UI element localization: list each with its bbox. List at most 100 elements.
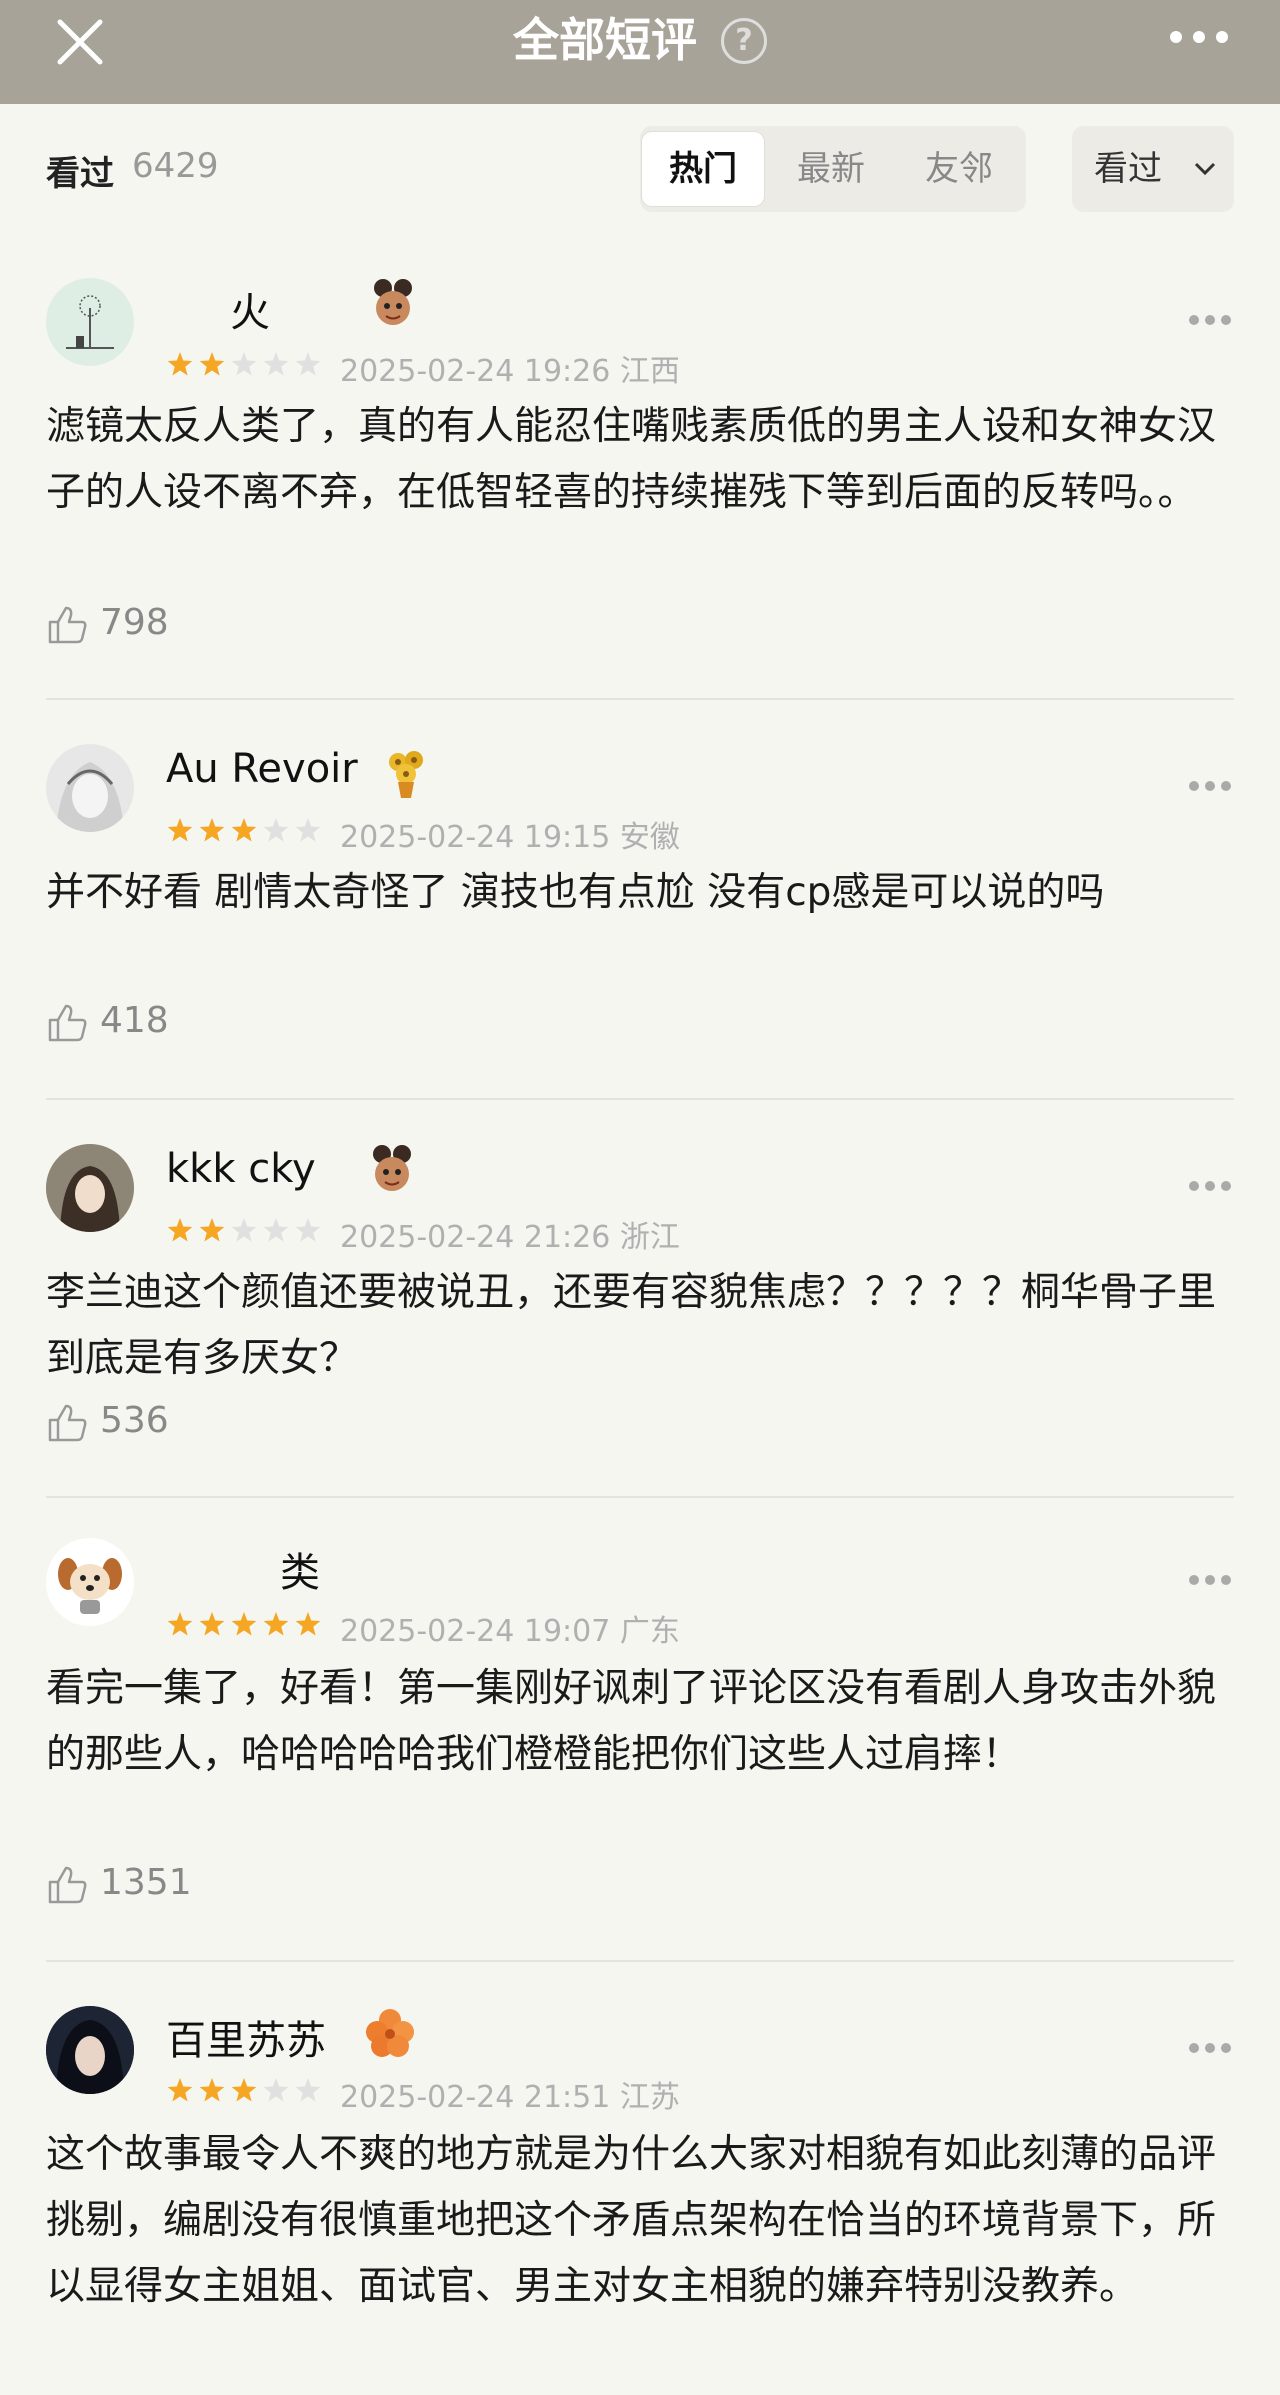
top-bar: 全部短评 ? [0,0,1280,104]
divider [46,1098,1234,1100]
page-title: 全部短评 ? [0,0,1280,80]
star-filled-icon [199,352,225,376]
star-empty-icon [295,818,321,842]
username[interactable]: 百里苏苏 [166,2008,326,2066]
more-options-icon[interactable] [1168,22,1230,52]
review-location: 广东 [619,1614,680,1649]
username[interactable]: 类 [280,1540,320,1598]
star-empty-icon [263,352,289,376]
star-empty-icon [263,2078,289,2102]
seen-count: 6429 [132,146,219,186]
hibiscus-badge-icon [366,2009,414,2057]
review-meta: 2025-02-24 19:07 广东 [340,1606,680,1650]
star-filled-icon [199,2078,225,2102]
star-filled-icon [167,1612,193,1636]
thumbs-up-icon [48,1866,87,1904]
star-filled-icon [263,1612,289,1636]
sort-tabs: 热门 最新 友邻 [640,126,1026,212]
status-dropdown[interactable]: 看过 [1072,126,1234,212]
thumbs-up-icon [48,606,87,644]
username[interactable]: Au Revoir [166,746,358,792]
review-location: 江西 [619,354,680,389]
sunflower-badge-icon [389,751,423,798]
review-text: 并不好看 剧情太奇怪了 演技也有点尬 没有cp感是可以说的吗 [46,870,1105,915]
nezha-badge-icon [373,1145,411,1191]
review-more-icon[interactable] [1188,1180,1232,1192]
review-location: 江苏 [619,2080,680,2115]
review-meta: 2025-02-24 19:26 江西 [340,346,680,390]
review-time: 2025-02-24 21:51 [340,2080,611,2115]
chevron-down-icon [1194,162,1216,176]
star-empty-icon [231,352,257,376]
star-empty-icon [295,352,321,376]
avatar[interactable] [46,1144,134,1232]
divider [46,1496,1234,1498]
review-location: 安徽 [619,820,680,855]
review-text: 看完一集了，好看！第一集刚好讽刺了评论区没有看剧人身攻击外貌的那些人，哈哈哈哈哈… [46,1666,1217,1777]
divider [46,1960,1234,1962]
status-dropdown-label: 看过 [1094,149,1162,189]
rating-stars [167,2078,321,2102]
star-empty-icon [231,1218,257,1242]
star-filled-icon [231,1612,257,1636]
help-icon[interactable]: ? [721,17,767,64]
anime-avatar-image [56,762,124,832]
username[interactable]: kkk cky [166,1146,316,1192]
rating-stars [167,352,321,376]
avatar[interactable] [46,1538,134,1626]
nezha-badge-icon [374,279,412,325]
thumbs-up-icon [48,1004,87,1042]
tab-latest[interactable]: 最新 [770,132,892,206]
star-filled-icon [167,818,193,842]
like-count: 1351 [100,1862,192,1903]
review-location: 浙江 [619,1220,680,1255]
star-filled-icon [167,352,193,376]
tab-friends[interactable]: 友邻 [898,132,1020,206]
review-time: 2025-02-24 19:26 [340,354,611,389]
review-more-icon[interactable] [1188,2042,1232,2054]
girl-avatar-image [46,1144,134,1232]
rating-stars [167,1612,321,1636]
star-filled-icon [199,1612,225,1636]
review-text: 李兰迪这个颜值还要被说丑，还要有容貌焦虑？？？？？桐华骨子里到底是有多厌女？ [46,1270,1217,1381]
filter-bar: 看过 6429 热门 最新 友邻 看过 [0,104,1280,234]
avatar[interactable] [46,2006,134,2094]
dandelion-avatar-image [66,295,114,349]
review-meta: 2025-02-24 21:26 浙江 [340,1212,680,1256]
star-empty-icon [295,2078,321,2102]
divider [46,698,1234,700]
page-title-text: 全部短评 [512,13,697,67]
username[interactable]: 火 [230,280,270,338]
like-count: 798 [100,602,169,643]
star-empty-icon [263,1218,289,1242]
star-filled-icon [199,818,225,842]
seen-label: 看过 [46,154,114,194]
review-text: 滤镜太反人类了，真的有人能忍住嘴贱素质低的男主人设和女神女汉子的人设不离不弃，在… [46,404,1217,515]
review-more-icon[interactable] [1188,314,1232,326]
star-empty-icon [263,818,289,842]
rating-stars [167,1218,321,1242]
review-meta: 2025-02-24 21:51 江苏 [340,2072,680,2116]
review-meta: 2025-02-24 19:15 安徽 [340,812,680,856]
star-empty-icon [295,1218,321,1242]
review-time: 2025-02-24 21:26 [340,1220,611,1255]
review-more-icon[interactable] [1188,780,1232,792]
avatar[interactable] [46,278,134,366]
star-filled-icon [295,1612,321,1636]
review-time: 2025-02-24 19:15 [340,820,611,855]
tab-hot[interactable]: 热门 [642,132,764,206]
avatar[interactable] [46,744,134,832]
review-more-icon[interactable] [1188,1574,1232,1586]
like-count: 418 [100,1000,169,1041]
review-text: 这个故事最令人不爽的地方就是为什么大家对相貌有如此刻薄的品评挑剔，编剧没有很慎重… [46,2132,1217,2309]
puppy-avatar-image [58,1558,122,1614]
character-avatar-image [46,2006,134,2094]
thumbs-up-icon [48,1404,87,1442]
star-filled-icon [231,2078,257,2102]
review-time: 2025-02-24 19:07 [340,1614,611,1649]
star-filled-icon [199,1218,225,1242]
like-count: 536 [100,1400,169,1441]
rating-stars [167,818,321,842]
star-filled-icon [167,2078,193,2102]
star-filled-icon [231,818,257,842]
